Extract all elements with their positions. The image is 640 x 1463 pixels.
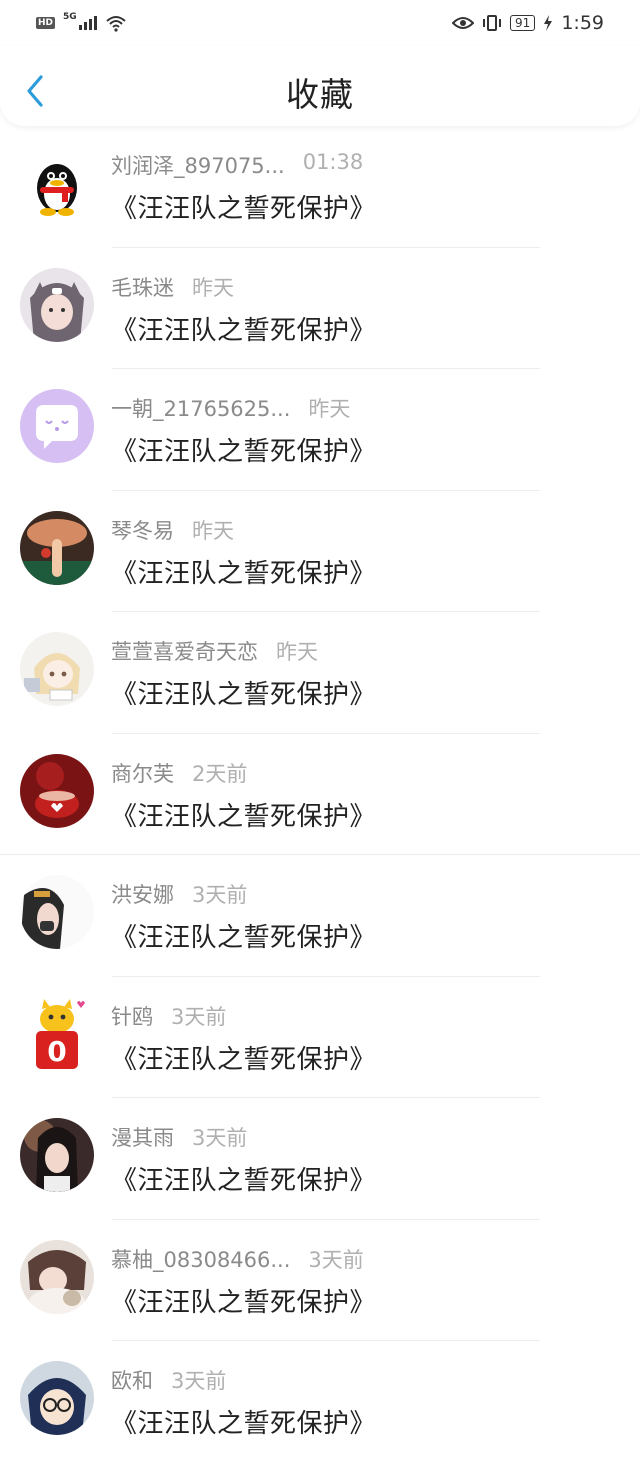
charging-icon bbox=[544, 15, 553, 31]
item-message: 《汪汪队之誓死保护》 bbox=[111, 680, 377, 710]
page-header: 收藏 bbox=[0, 46, 640, 126]
item-message: 《汪汪队之誓死保护》 bbox=[111, 558, 377, 589]
avatar[interactable] bbox=[20, 510, 94, 585]
item-message: 《汪汪队之誓死保护》 bbox=[111, 1287, 377, 1318]
avatar[interactable] bbox=[20, 146, 94, 220]
item-time: 3天前 bbox=[171, 1369, 227, 1393]
sender-name: 漫其雨 bbox=[111, 1126, 174, 1150]
avatar[interactable] bbox=[20, 267, 94, 342]
status-right: 91 1:59 bbox=[452, 12, 604, 34]
list-item[interactable]: 漫其雨 3天前 《汪汪队之誓死保护》 bbox=[0, 1098, 640, 1220]
list-item[interactable]: 毛珠迷 昨天 《汪汪队之誓死保护》 bbox=[0, 248, 640, 369]
item-time: 昨天 bbox=[276, 640, 318, 664]
item-message: 《汪汪队之誓死保护》 bbox=[111, 194, 377, 224]
avatar[interactable] bbox=[20, 389, 94, 463]
item-message: 《汪汪队之誓死保护》 bbox=[111, 437, 377, 467]
wifi-icon bbox=[106, 16, 126, 32]
sender-name: 洪安娜 bbox=[111, 883, 174, 907]
page-title: 收藏 bbox=[286, 75, 354, 114]
list-item[interactable]: 琴冬易 昨天 《汪汪队之誓死保护》 bbox=[0, 491, 640, 612]
battery-level: 91 bbox=[510, 15, 536, 31]
avatar[interactable] bbox=[20, 632, 94, 706]
status-bar: HD 5G 91 1:59 bbox=[0, 0, 640, 46]
sender-name: 欧和 bbox=[111, 1369, 153, 1393]
list-item[interactable]: 洪安娜 3天前 《汪汪队之誓死保护》 bbox=[0, 855, 640, 977]
eye-icon bbox=[452, 17, 475, 29]
item-time: 3天前 bbox=[308, 1247, 364, 1272]
list-item[interactable]: 刘润泽_897075... 01:38 《汪汪队之誓死保护》 bbox=[0, 126, 640, 248]
sender-name: 针鸥 bbox=[111, 1004, 153, 1029]
item-time: 2天前 bbox=[192, 761, 248, 786]
item-time: 昨天 bbox=[192, 275, 234, 300]
list-item[interactable]: 慕柚_08308466... 3天前 《汪汪队之誓死保护》 bbox=[0, 1220, 640, 1341]
list-item[interactable]: 萱萱喜爱奇天恋 昨天 《汪汪队之誓死保护》 bbox=[0, 612, 640, 734]
list-item[interactable]: 欧和 3天前 《汪汪队之誓死保护》 bbox=[0, 1341, 640, 1463]
item-message: 《汪汪队之誓死保护》 bbox=[111, 923, 377, 953]
sender-name: 慕柚_08308466... bbox=[111, 1247, 291, 1272]
hd-badge: HD bbox=[36, 17, 56, 29]
sender-name: 一朝_21765625... bbox=[111, 397, 291, 421]
item-message: 《汪汪队之誓死保护》 bbox=[111, 315, 377, 346]
status-left: HD 5G bbox=[36, 12, 127, 32]
item-time: 3天前 bbox=[171, 1004, 227, 1029]
signal-icon bbox=[78, 16, 97, 30]
favorites-list: 刘润泽_897075... 01:38 《汪汪队之誓死保护》 毛珠迷 昨天 《汪… bbox=[0, 126, 640, 1463]
avatar[interactable] bbox=[20, 1361, 94, 1435]
item-time: 3天前 bbox=[192, 883, 248, 907]
avatar[interactable] bbox=[20, 875, 94, 949]
avatar[interactable] bbox=[20, 753, 94, 828]
sender-name: 商尔芙 bbox=[111, 761, 174, 786]
svg-text:0: 0 bbox=[47, 1035, 66, 1068]
list-item[interactable]: 一朝_21765625... 昨天 《汪汪队之誓死保护》 bbox=[0, 369, 640, 491]
sender-name: 萱萱喜爱奇天恋 bbox=[111, 640, 258, 664]
list-item[interactable]: 商尔芙 2天前 《汪汪队之誓死保护》 bbox=[0, 734, 640, 855]
item-time: 01:38 bbox=[302, 150, 364, 174]
item-time: 昨天 bbox=[308, 397, 351, 421]
sender-name: 刘润泽_897075... bbox=[111, 154, 285, 178]
network-type: 5G bbox=[63, 12, 77, 22]
list-item[interactable]: 0 针鸥 3天前 《汪汪队之誓死保护》 bbox=[0, 977, 640, 1098]
avatar[interactable] bbox=[20, 1118, 94, 1192]
sender-name: 毛珠迷 bbox=[111, 275, 174, 300]
avatar[interactable] bbox=[20, 1239, 94, 1314]
item-message: 《汪汪队之誓死保护》 bbox=[111, 1044, 377, 1075]
vibrate-icon bbox=[483, 15, 502, 31]
item-message: 《汪汪队之誓死保护》 bbox=[111, 1166, 377, 1196]
item-time: 3天前 bbox=[192, 1126, 248, 1150]
status-time: 1:59 bbox=[561, 12, 604, 34]
sender-name: 琴冬易 bbox=[111, 518, 174, 543]
item-message: 《汪汪队之誓死保护》 bbox=[111, 801, 377, 832]
item-time: 昨天 bbox=[192, 518, 234, 543]
avatar[interactable]: 0 bbox=[20, 996, 94, 1071]
